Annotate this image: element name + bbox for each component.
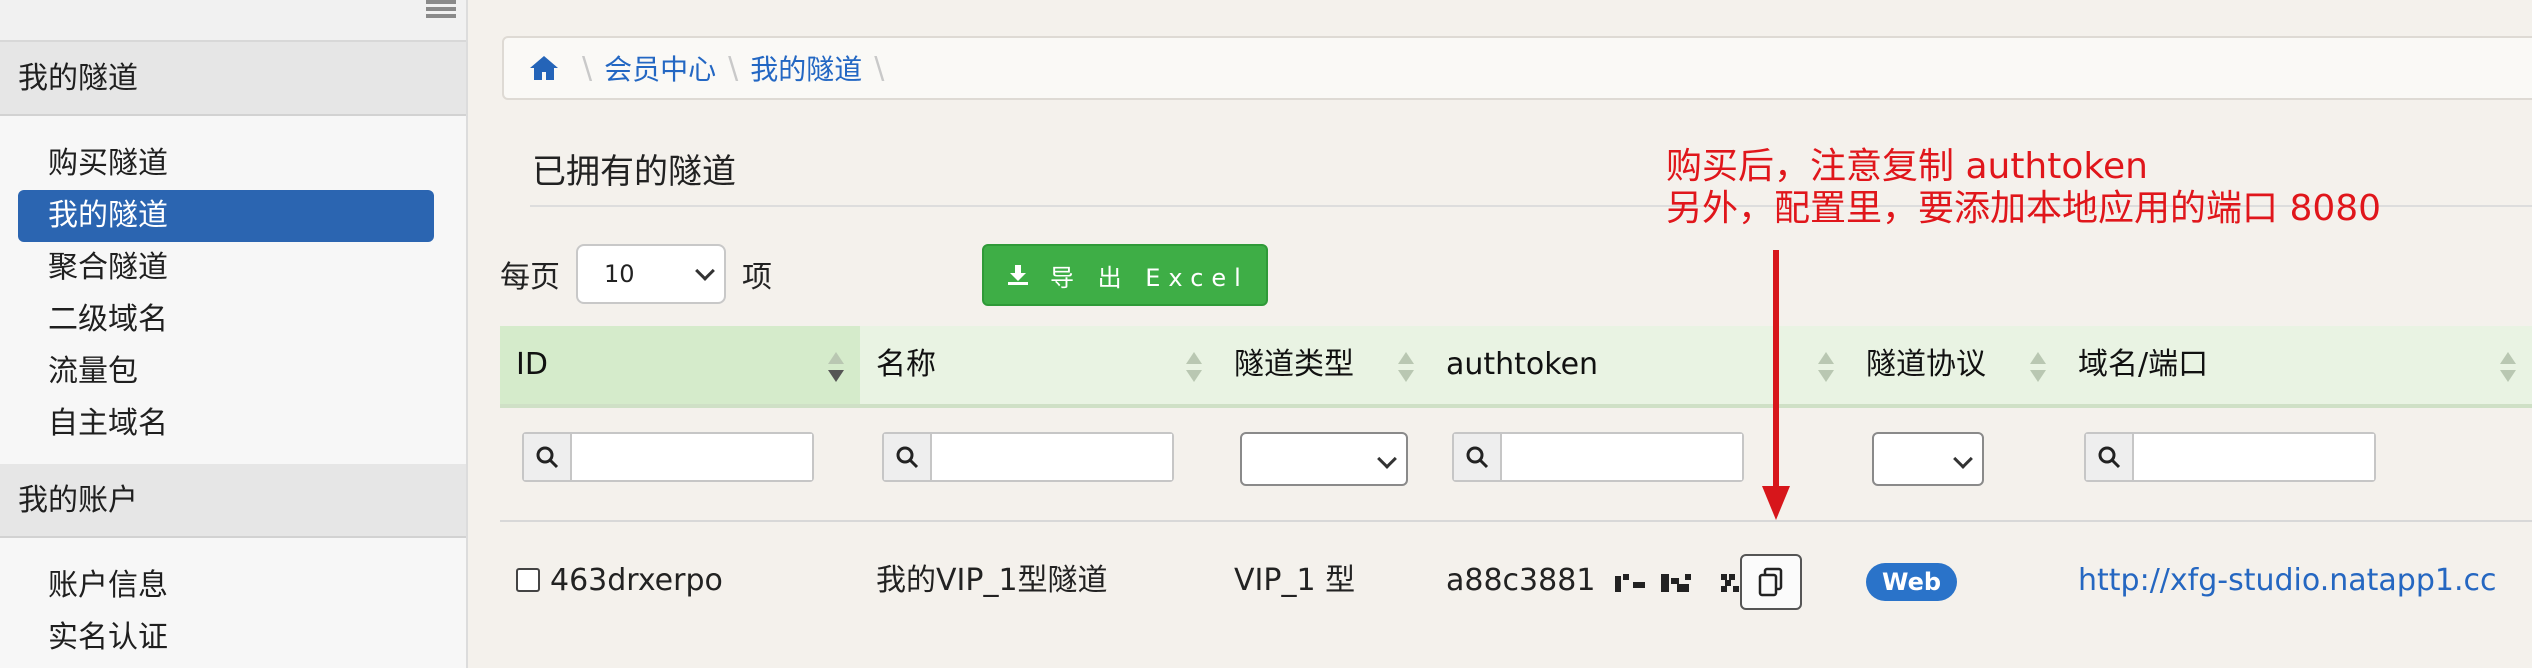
- cell-name: 我的VIP_1型隧道: [860, 522, 1218, 640]
- sidebar-item-aggregate-tunnels[interactable]: 聚合隧道: [18, 242, 434, 294]
- export-label: 导 出 Excel: [1050, 263, 1249, 292]
- column-header-label: 名称: [876, 347, 936, 382]
- search-icon: [1454, 434, 1502, 480]
- tunnel-id: 463drxerpo: [550, 563, 723, 598]
- row-checkbox[interactable]: [516, 568, 540, 592]
- domain-link[interactable]: http://xfg-studio.natapp1.cc: [2078, 563, 2496, 598]
- sidebar-item-buy-tunnel[interactable]: 购买隧道: [18, 138, 434, 190]
- tunnel-name: 我的VIP_1型隧道: [876, 563, 1108, 598]
- column-header-protocol[interactable]: 隧道协议: [1850, 326, 2062, 404]
- search-icon: [884, 434, 932, 480]
- breadcrumb: \ 会员中心 \ 我的隧道 \: [502, 36, 2532, 100]
- column-header-type[interactable]: 隧道类型: [1218, 326, 1430, 404]
- chevron-down-icon: [695, 261, 715, 281]
- cell-authtoken: a88c3881: [1430, 522, 1850, 640]
- domain-filter: [2084, 432, 2376, 482]
- search-icon: [524, 434, 572, 480]
- filter-row: [500, 404, 2532, 520]
- type-filter-select[interactable]: [1240, 432, 1408, 486]
- copy-authtoken-button[interactable]: [1740, 554, 1802, 610]
- breadcrumb-separator: \: [874, 50, 885, 86]
- sidebar-top-bar: [0, 0, 466, 42]
- annotation-line-1: 购买后，注意复制 authtoken: [1666, 146, 2148, 187]
- sidebar-item-verification[interactable]: 实名认证: [18, 612, 434, 664]
- column-header-label: ID: [516, 347, 548, 382]
- protocol-badge: Web: [1866, 562, 1958, 601]
- search-icon: [2086, 434, 2134, 480]
- column-header-label: 隧道协议: [1866, 347, 1986, 382]
- breadcrumb-separator: \: [582, 50, 593, 86]
- sort-icon[interactable]: [2498, 350, 2518, 384]
- page-size-control: 每页 10 项: [500, 244, 772, 304]
- sort-icon[interactable]: [1184, 350, 1204, 384]
- protocol-filter-select[interactable]: [1872, 432, 1984, 486]
- sidebar-item-account-info[interactable]: 账户信息: [18, 560, 434, 612]
- sort-icon[interactable]: [2028, 350, 2048, 384]
- perpage-prefix: 每页: [500, 260, 560, 295]
- id-filter-input[interactable]: [572, 434, 812, 480]
- name-filter-input[interactable]: [932, 434, 1172, 480]
- sidebar-item-subdomain[interactable]: 二级域名: [18, 294, 434, 346]
- chevron-down-icon: [1953, 449, 1973, 469]
- tunnel-type: VIP_1 型: [1234, 563, 1356, 598]
- breadcrumb-my-tunnels[interactable]: 我的隧道: [750, 48, 862, 88]
- column-header-label: 隧道类型: [1234, 347, 1354, 382]
- sidebar-item-traffic-pack[interactable]: 流量包: [18, 346, 434, 398]
- domain-filter-input[interactable]: [2134, 434, 2374, 480]
- chevron-down-icon: [1377, 449, 1397, 469]
- cell-domain: http://xfg-studio.natapp1.cc: [2062, 522, 2532, 640]
- sort-icon[interactable]: [826, 350, 846, 384]
- main-content: \ 会员中心 \ 我的隧道 \ 已拥有的隧道 购买后，注意复制 authtoke…: [500, 0, 2532, 668]
- home-icon[interactable]: [528, 52, 560, 84]
- red-annotation: 购买后，注意复制 authtoken 另外，配置里，要添加本地应用的端口 808…: [1666, 146, 2381, 230]
- authtoken-filter: [1452, 432, 1744, 482]
- cell-id: 463drxerpo: [500, 522, 860, 640]
- sidebar-section-account[interactable]: 我的账户: [0, 464, 466, 538]
- page-size-value: 10: [604, 260, 635, 288]
- page-size-select[interactable]: 10: [576, 244, 726, 304]
- column-header-authtoken[interactable]: authtoken: [1430, 326, 1850, 404]
- table-row: 463drxerpo 我的VIP_1型隧道 VIP_1 型 a88c3881 W…: [500, 522, 2532, 640]
- page-title: 已拥有的隧道: [532, 152, 736, 192]
- authtoken-value: a88c3881: [1446, 563, 1596, 598]
- sidebar-section-tunnels[interactable]: 我的隧道: [0, 42, 466, 116]
- column-header-domain[interactable]: 域名/端口: [2062, 326, 2532, 404]
- export-excel-button[interactable]: 导 出 Excel: [982, 244, 1268, 306]
- annotation-line-2: 另外，配置里，要添加本地应用的端口 8080: [1666, 188, 2382, 229]
- column-header-label: 域名/端口: [2078, 347, 2209, 382]
- sidebar-item-custom-domain[interactable]: 自主域名: [18, 398, 434, 450]
- authtoken-filter-input[interactable]: [1502, 434, 1742, 480]
- copy-icon: [1758, 567, 1783, 597]
- breadcrumb-separator: \: [728, 50, 739, 86]
- sidebar-collapse-icon[interactable]: [426, 0, 456, 20]
- perpage-suffix: 项: [742, 260, 772, 295]
- column-header-id[interactable]: ID: [500, 326, 860, 404]
- id-filter: [522, 432, 814, 482]
- column-header-label: authtoken: [1446, 347, 1599, 382]
- sidebar-item-my-tunnels[interactable]: 我的隧道: [18, 190, 434, 242]
- download-icon: [1008, 265, 1028, 285]
- column-header-name[interactable]: 名称: [860, 326, 1218, 404]
- sort-icon[interactable]: [1396, 350, 1416, 384]
- table-header: ID 名称 隧道类型 authtoken 隧道协议 域名/端口: [500, 326, 2532, 404]
- redacted-mask: [1614, 573, 1739, 592]
- name-filter: [882, 432, 1174, 482]
- sort-icon[interactable]: [1816, 350, 1836, 384]
- cell-type: VIP_1 型: [1218, 522, 1430, 640]
- breadcrumb-member-center[interactable]: 会员中心: [604, 48, 716, 88]
- cell-protocol: Web: [1850, 522, 2062, 640]
- sidebar: 我的隧道 购买隧道 我的隧道 聚合隧道 二级域名 流量包 自主域名 我的账户 账…: [0, 0, 468, 668]
